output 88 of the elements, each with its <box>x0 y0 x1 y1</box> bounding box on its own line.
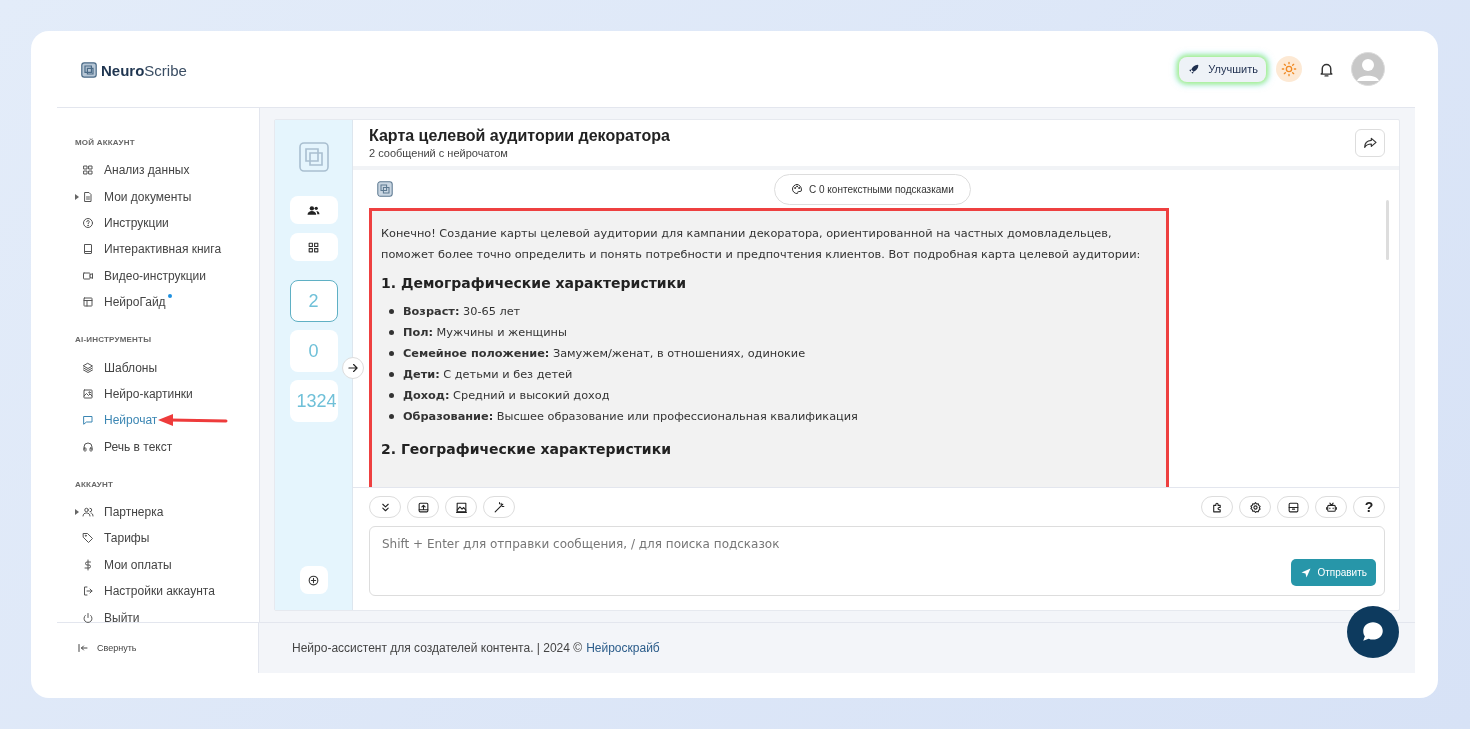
arrow-right-icon <box>346 361 360 375</box>
add-button[interactable] <box>299 566 328 594</box>
list-item-text: Семейное положение: Замужем/женат, в отношениях, одинокие <box>403 345 806 362</box>
send-icon <box>1300 566 1313 579</box>
logo-text[interactable]: NeuroScribe <box>101 61 187 79</box>
list-item-text: Возраст: 30-65 лет <box>403 303 521 320</box>
panel-icon <box>1286 500 1300 514</box>
tag-icon <box>82 532 94 545</box>
message-heading: 2. Географические характеристики <box>381 440 672 457</box>
message-heading: 1. Демографические характеристики <box>381 274 687 291</box>
footer-link[interactable]: Нейроскрайб <box>586 641 660 655</box>
document-icon <box>82 190 94 203</box>
section-heading: АККАУНТ <box>75 479 115 489</box>
nav-item[interactable]: Шаблоны <box>75 354 245 381</box>
users-button[interactable] <box>289 196 338 224</box>
magic-wand-icon <box>492 500 506 514</box>
nav-item[interactable]: Видео-инструкции <box>75 262 245 289</box>
sun-icon <box>1281 61 1297 77</box>
users-icon <box>307 203 320 217</box>
bullet-dot <box>389 392 394 398</box>
exit-icon <box>82 585 94 598</box>
power-icon <box>82 611 94 624</box>
bullet-dot <box>389 371 394 377</box>
logo-icon <box>81 62 97 78</box>
nav-item[interactable]: НейроГайд <box>75 288 245 316</box>
message-text: Конечно! Создание карты целевой аудитории для кампании декоратора, ориентированной на частных домовладельцев, поможет более точно определить и понять потребности и предпочтения клиентов. Вот подробная карта целевой аудитории: <box>381 225 1142 263</box>
collapse-icon <box>77 642 89 654</box>
share-button[interactable] <box>1355 128 1385 157</box>
nav-item[interactable]: Партнерка <box>75 498 245 526</box>
plus-icon <box>307 573 320 587</box>
image-button[interactable] <box>445 496 477 519</box>
context-button[interactable]: С 0 контекстными подсказками <box>774 173 971 205</box>
nav-item[interactable]: Речь в текст <box>75 433 245 460</box>
nav-item[interactable]: Анализ данных <box>75 157 245 184</box>
robot-icon <box>1324 500 1338 514</box>
nav-item[interactable]: Мои документы <box>75 183 245 210</box>
video-icon <box>82 269 94 282</box>
help-icon <box>82 216 94 229</box>
settings-button[interactable] <box>1239 496 1271 519</box>
section-heading: AI-ИНСТРУМЕНТЫ <box>75 335 153 345</box>
layers-icon <box>82 361 94 374</box>
users-icon <box>82 506 94 519</box>
footer-text: Нейро-ассистент для создателей контента. | 2024 © <box>292 641 583 655</box>
palette-icon <box>791 183 803 196</box>
expand-button[interactable] <box>342 357 364 379</box>
bullet-dot <box>389 413 394 419</box>
logo-icon <box>298 142 329 172</box>
puzzle-icon <box>1210 500 1224 514</box>
chat-title: Карта целевой аудитории декоратора <box>369 126 670 145</box>
grid-icon <box>82 164 94 177</box>
layout-icon <box>82 296 94 309</box>
upgrade-button[interactable]: Улучшить <box>1179 56 1266 82</box>
image-icon <box>82 387 94 400</box>
nav-item[interactable]: Тарифы <box>75 525 245 552</box>
scrollbar <box>1386 199 1389 260</box>
bullet-dot <box>389 308 394 314</box>
magic-button[interactable] <box>483 496 515 519</box>
panel-button[interactable] <box>1277 496 1309 519</box>
nav-item[interactable]: Нейро-картинки <box>75 380 245 408</box>
dollar-icon <box>82 558 94 571</box>
headphones-icon <box>82 440 94 453</box>
bullet-dot <box>389 329 394 335</box>
scroll-down-button[interactable] <box>369 496 401 519</box>
chat-icon <box>82 414 94 427</box>
list-item-text: Пол: Мужчины и женщины <box>403 324 567 341</box>
list-item-text: Образование: Высшее образование или профессиональная квалификация <box>403 408 858 425</box>
nav-item[interactable]: Мои оплаты <box>75 551 245 579</box>
plugin-button[interactable] <box>1201 496 1233 519</box>
logo-icon <box>377 180 393 197</box>
book-icon <box>82 243 94 256</box>
grid-icon <box>307 240 320 254</box>
chat-subtitle: 2 сообщений с нейрочатом <box>369 146 509 159</box>
nav-item[interactable]: Интерактивная книга <box>75 236 245 263</box>
upload-icon <box>416 500 430 514</box>
nav-item[interactable]: Настройки аккаунта <box>75 578 245 605</box>
settings-icon <box>1248 500 1262 514</box>
upload-button[interactable] <box>407 496 439 519</box>
list-item-text: Дети: С детьми и без детей <box>403 366 573 383</box>
help-button[interactable]: ? <box>1353 496 1385 519</box>
nav-item[interactable]: Инструкции <box>75 209 245 237</box>
image-icon <box>454 500 468 514</box>
apps-button[interactable] <box>289 233 338 261</box>
robot-button[interactable] <box>1315 496 1347 519</box>
list-item-text: Доход: Средний и высокий доход <box>403 387 610 404</box>
rocket-icon <box>1187 62 1201 76</box>
nav-item[interactable]: Нейрочат <box>75 407 245 434</box>
bullet-dot <box>389 350 394 356</box>
section-heading: МОЙ АККАУНТ <box>75 138 136 147</box>
